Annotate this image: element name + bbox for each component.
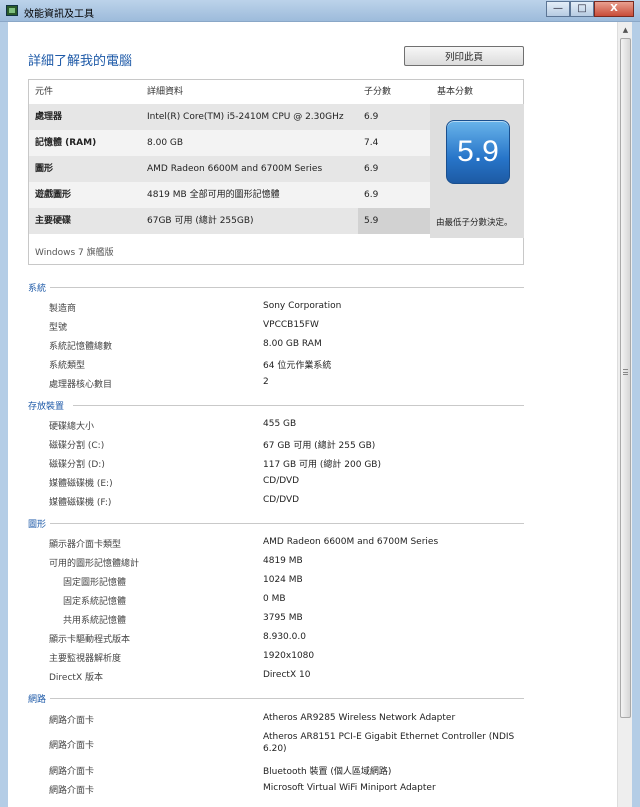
header-base-score: 基本分數 [437, 87, 474, 97]
header-subscore: 子分數 [364, 87, 392, 97]
detail-value: DirectX 10 [263, 670, 311, 680]
window-title: 效能資訊及工具 [24, 9, 94, 20]
component-name: 處理器 [35, 112, 63, 122]
component-name: 遊戲圖形 [35, 190, 72, 200]
scroll-thumb[interactable] [620, 38, 631, 718]
detail-value: Atheros AR9285 Wireless Network Adapter [263, 713, 456, 723]
detail-value: 0 MB [263, 594, 286, 604]
page-title: 詳細了解我的電腦 [28, 54, 133, 69]
detail-label: 磁碟分割 (D:) [49, 460, 105, 470]
header-component: 元件 [35, 87, 54, 97]
section-title-storage: 存放裝置 [28, 402, 65, 412]
detail-label: 顯示器介面卡類型 [49, 540, 122, 550]
component-details: 4819 MB 全部可用的圖形記憶體 [147, 190, 280, 200]
detail-label: 網路介面卡 [49, 741, 95, 751]
component-subscore: 6.9 [364, 164, 379, 174]
detail-label: 製造商 [49, 304, 77, 314]
detail-label: 固定系統記憶體 [63, 597, 127, 607]
detail-value: CD/DVD [263, 495, 300, 505]
section-divider [50, 698, 524, 699]
detail-value: AMD Radeon 6600M and 6700M Series [263, 537, 439, 547]
detail-label: 網路介面卡 [49, 786, 95, 796]
detail-value: Bluetooth 裝置 (個人區域網路) [263, 767, 392, 777]
detail-value: 1920x1080 [263, 651, 315, 661]
component-subscore: 5.9 [364, 216, 379, 226]
maximize-button[interactable]: □ [570, 1, 594, 17]
detail-value: 8.00 GB RAM [263, 339, 322, 349]
detail-label: 媒體磁碟機 (F:) [49, 498, 112, 508]
component-name: 主要硬碟 [35, 216, 72, 226]
detail-label: 媒體磁碟機 (E:) [49, 479, 113, 489]
performance-app-icon [6, 5, 18, 16]
component-name: 記憶體 (RAM) [35, 138, 97, 148]
section-title-graphics: 圖形 [28, 520, 47, 530]
print-page-button[interactable]: 列印此頁 [404, 46, 524, 66]
detail-value: 455 GB [263, 419, 297, 429]
component-details: 67GB 可用 (總計 255GB) [147, 216, 254, 226]
detail-label: 處理器核心數目 [49, 380, 113, 390]
detail-value: 2 [263, 377, 269, 387]
base-score-badge-icon: 5.9 [446, 120, 510, 184]
thumb-grip-icon [623, 369, 628, 375]
score-table: 元件 詳細資料 子分數 基本分數 處理器 Intel(R) Core(TM) i… [28, 79, 524, 265]
detail-label: 主要監視器解析度 [49, 654, 122, 664]
detail-label: 系統類型 [49, 361, 86, 371]
component-subscore: 6.9 [364, 190, 379, 200]
window-frame-right [632, 22, 640, 807]
detail-label: 硬碟總大小 [49, 422, 95, 432]
detail-value: 3795 MB [263, 613, 303, 623]
component-name: 圖形 [35, 164, 54, 174]
section-divider [50, 523, 524, 524]
detail-value: 64 位元作業系統 [263, 361, 332, 371]
component-details: 8.00 GB [147, 138, 184, 148]
detail-label: 型號 [49, 323, 68, 333]
vertical-scrollbar[interactable]: ▲ [617, 22, 632, 807]
detail-value: Microsoft Virtual WiFi Miniport Adapter [263, 783, 436, 793]
component-details: AMD Radeon 6600M and 6700M Series [147, 164, 323, 174]
header-details: 詳細資料 [147, 87, 184, 97]
component-subscore: 7.4 [364, 138, 379, 148]
score-row-gaming-graphics: 遊戲圖形 4819 MB 全部可用的圖形記憶體 6.9 [29, 182, 430, 208]
score-row-memory: 記憶體 (RAM) 8.00 GB 7.4 [29, 130, 430, 156]
detail-label: 磁碟分割 (C:) [49, 441, 105, 451]
windows-edition: Windows 7 旗艦版 [35, 248, 114, 258]
section-title-network: 網路 [28, 695, 47, 705]
score-row-processor: 處理器 Intel(R) Core(TM) i5-2410M CPU @ 2.3… [29, 104, 430, 130]
detail-value: Sony Corporation [263, 301, 342, 311]
detail-value: 1024 MB [263, 575, 303, 585]
minimize-button[interactable]: — [546, 1, 570, 17]
detail-label: 顯示卡驅動程式版本 [49, 635, 131, 645]
detail-value: CD/DVD [263, 476, 300, 486]
base-score-note: 由最低子分數決定。 [436, 218, 513, 228]
score-row-graphics: 圖形 AMD Radeon 6600M and 6700M Series 6.9 [29, 156, 430, 182]
detail-value-continued: 6.20) [263, 744, 287, 754]
detail-label: 可用的圖形記憶體總計 [49, 559, 140, 569]
component-details: Intel(R) Core(TM) i5-2410M CPU @ 2.30GHz [147, 112, 344, 122]
detail-value: 8.930.0.0 [263, 632, 306, 642]
detail-value: VPCCB15FW [263, 320, 319, 330]
detail-value: 4819 MB [263, 556, 303, 566]
detail-label: DirectX 版本 [49, 673, 103, 683]
title-bar: 效能資訊及工具 — □ X [0, 0, 640, 22]
base-score-panel: 5.9 由最低子分數決定。 [430, 104, 524, 238]
detail-label: 共用系統記憶體 [63, 616, 127, 626]
detail-value: Atheros AR8151 PCI-E Gigabit Ethernet Co… [263, 732, 515, 742]
detail-value: 117 GB 可用 (總計 200 GB) [263, 460, 381, 470]
section-title-system: 系統 [28, 284, 47, 294]
detail-label: 網路介面卡 [49, 767, 95, 777]
section-divider [73, 405, 524, 406]
component-subscore: 6.9 [364, 112, 379, 122]
detail-label: 網路介面卡 [49, 716, 95, 726]
close-button[interactable]: X [594, 1, 634, 17]
detail-label: 固定圖形記憶體 [63, 578, 127, 588]
window-frame-left [0, 22, 8, 807]
detail-value: 67 GB 可用 (總計 255 GB) [263, 441, 376, 451]
score-row-primary-disk: 主要硬碟 67GB 可用 (總計 255GB) 5.9 [29, 208, 430, 234]
scroll-up-arrow-icon[interactable]: ▲ [618, 22, 633, 38]
window-controls: — □ X [546, 1, 634, 17]
section-divider [50, 287, 524, 288]
detail-label: 系統記憶體總數 [49, 342, 113, 352]
